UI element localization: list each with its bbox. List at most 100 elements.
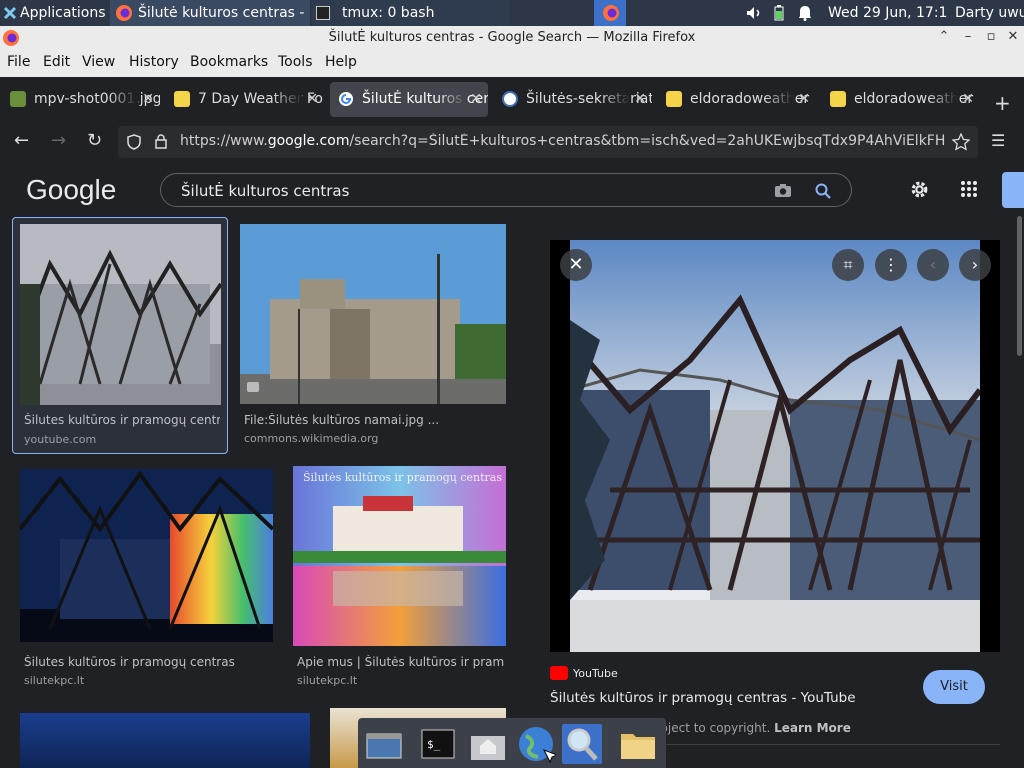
image-preview-panel: ✕ ⌗ ⋮ ‹ › YouTube Šilutės kultūros ir pr… [526, 216, 1024, 768]
sign-in-button[interactable] [1002, 172, 1024, 208]
shield-icon[interactable] [127, 134, 141, 150]
google-logo[interactable]: Google [26, 174, 116, 206]
settings-gear-icon[interactable] [909, 179, 930, 200]
result-source: silutekpc.lt [24, 674, 85, 687]
show-desktop-icon[interactable] [364, 724, 404, 764]
result-caption[interactable]: Apie mus | Šilutės kultūros ir pramo... [297, 655, 505, 669]
menu-edit[interactable]: Edit [43, 54, 70, 70]
terminal-icon[interactable]: $_ [418, 724, 458, 764]
close-icon[interactable]: ✕ [470, 82, 482, 117]
notification-bell-icon[interactable] [798, 5, 812, 21]
tab-mpv-shot[interactable]: mpv-shot0001.jpg ✕ [2, 82, 160, 117]
window-shade-button[interactable]: ⌃ [936, 29, 952, 45]
wordpress-icon [502, 91, 518, 107]
taskbar-firefox-launcher[interactable] [594, 0, 626, 26]
weather-icon [830, 91, 846, 107]
next-image-icon[interactable]: › [959, 249, 991, 281]
image-result[interactable]: Šilutes kultūros ir pramogų centras silu… [20, 469, 273, 699]
close-icon[interactable]: ✕ [962, 82, 974, 117]
svg-text:$_: $_ [427, 738, 441, 751]
tab-bar: mpv-shot0001.jpg ✕ 7 Day Weather Forecas… [0, 77, 1024, 122]
close-icon[interactable]: ✕ [142, 82, 154, 117]
close-preview-icon[interactable]: ✕ [560, 249, 592, 281]
menu-tools[interactable]: Tools [278, 54, 313, 70]
learn-more-link[interactable]: Learn More [774, 721, 851, 735]
taskbar-firefox-window[interactable]: Šilutė kulturos centras - ... [110, 0, 310, 26]
tab-weather[interactable]: 7 Day Weather Forecast ✕ [166, 82, 324, 117]
menu-file[interactable]: File [7, 54, 30, 70]
google-header: Google ŠilutĖ kulturos centras [0, 162, 1024, 216]
new-tab-plus-icon[interactable]: + [994, 91, 1011, 115]
result-thumbnail[interactable] [20, 713, 310, 768]
search-magnifier-icon[interactable] [562, 724, 602, 764]
reload-icon[interactable]: ↻ [87, 130, 102, 151]
close-icon[interactable]: ✕ [306, 82, 318, 117]
search-box[interactable]: ŠilutĖ kulturos centras [160, 173, 852, 207]
image-source-icon [247, 382, 259, 392]
preview-image[interactable]: ✕ ⌗ ⋮ ‹ › [550, 240, 1000, 652]
clock[interactable]: Wed 29 Jun, 17:11 [828, 0, 948, 26]
result-caption[interactable]: Šilutes kultūros ir pramogų centr... [24, 413, 220, 427]
result-caption[interactable]: Šilutes kultūros ir pramogų centras [24, 655, 272, 669]
menu-bookmarks[interactable]: Bookmarks [190, 54, 268, 70]
menu-help[interactable]: Help [325, 54, 357, 70]
image-result[interactable]: Šilutes kultūros ir pramogų centr... you… [12, 217, 228, 454]
result-thumbnail[interactable] [20, 224, 221, 405]
hamburger-menu-icon[interactable]: ☰ [991, 131, 1005, 150]
previous-image-icon[interactable]: ‹ [917, 249, 949, 281]
applications-menu[interactable]: Applications [0, 0, 110, 26]
preview-source[interactable]: YouTube [573, 667, 618, 680]
mpv-icon [10, 91, 26, 107]
navigation-bar: ← → ↻ https://www.google.com/search?q=Ši… [0, 122, 1024, 162]
window-title: ŠilutĖ kulturos centras - Google Search … [328, 30, 696, 45]
scrollbar[interactable] [1017, 216, 1022, 356]
battery-icon[interactable] [774, 5, 784, 21]
menu-view[interactable]: View [82, 54, 115, 70]
window-close-button[interactable]: ✕ [1005, 29, 1021, 45]
url-text[interactable]: https://www.google.com/search?q=ŠilutĖ+k… [180, 133, 956, 149]
terminal-icon [316, 6, 330, 20]
window-minimize-button[interactable]: – [960, 29, 976, 45]
image-result[interactable] [20, 713, 310, 768]
apps-grid-icon[interactable] [960, 180, 978, 198]
taskbar-terminal-window[interactable]: tmux: 0 bash [312, 0, 510, 26]
home-folder-icon[interactable] [468, 724, 508, 764]
google-icon [339, 92, 353, 106]
tab-google-search[interactable]: ŠilutĖ kulturos centras ✕ [330, 82, 488, 117]
camera-search-icon[interactable] [774, 183, 792, 198]
preview-title[interactable]: Šilutės kultūros ir pramogų centras - Yo… [550, 690, 920, 706]
image-result[interactable]: Šilutės kultūros ir pramogų centras Apie… [293, 466, 506, 699]
tab-label: Šilutės-sekretariatas [526, 91, 652, 107]
lock-icon[interactable] [155, 134, 167, 149]
menu-history[interactable]: History [129, 54, 179, 70]
result-caption[interactable]: File:Šilutės kultūros namai.jpg ... [244, 413, 504, 427]
tab-silutes-sekretariatas[interactable]: Šilutės-sekretariatas ✕ [494, 82, 652, 117]
web-browser-icon[interactable] [516, 724, 559, 764]
lens-search-icon[interactable]: ⌗ [832, 249, 864, 281]
url-bar[interactable]: https://www.google.com/search?q=ŠilutĖ+k… [118, 126, 978, 158]
files-folder-icon[interactable] [618, 724, 658, 764]
user-menu[interactable]: Darty uwu [955, 0, 1024, 26]
visit-button[interactable]: Visit [923, 670, 985, 704]
system-taskbar: Applications Šilutė kulturos centras - .… [0, 0, 1024, 26]
firefox-icon [3, 30, 19, 46]
more-options-icon[interactable]: ⋮ [875, 249, 907, 281]
forward-arrow-icon[interactable]: → [51, 130, 66, 151]
tab-eldoradoweather-1[interactable]: eldoradoweather ✕ [658, 82, 816, 117]
search-input[interactable]: ŠilutĖ kulturos centras [181, 182, 349, 200]
tab-eldoradoweather-2[interactable]: eldoradoweather ✕ [822, 82, 980, 117]
bookmark-star-icon[interactable] [952, 133, 970, 151]
result-source: silutekpc.lt [297, 674, 358, 687]
result-thumbnail[interactable] [240, 224, 506, 404]
result-thumbnail[interactable]: Šilutės kultūros ir pramogų centras [293, 466, 506, 646]
volume-icon[interactable] [746, 6, 762, 20]
back-arrow-icon[interactable]: ← [14, 130, 29, 151]
tab-label: ŠilutĖ kulturos centras [362, 91, 488, 107]
close-icon[interactable]: ✕ [634, 82, 646, 117]
result-thumbnail[interactable] [20, 469, 273, 642]
thumbnail-overlay-text: Šilutės kultūros ir pramogų centras [303, 471, 502, 484]
close-icon[interactable]: ✕ [798, 82, 810, 117]
image-result[interactable]: File:Šilutės kultūros namai.jpg ... comm… [240, 224, 506, 454]
window-maximize-button[interactable]: ▫ [983, 29, 999, 45]
search-icon[interactable] [815, 183, 831, 199]
